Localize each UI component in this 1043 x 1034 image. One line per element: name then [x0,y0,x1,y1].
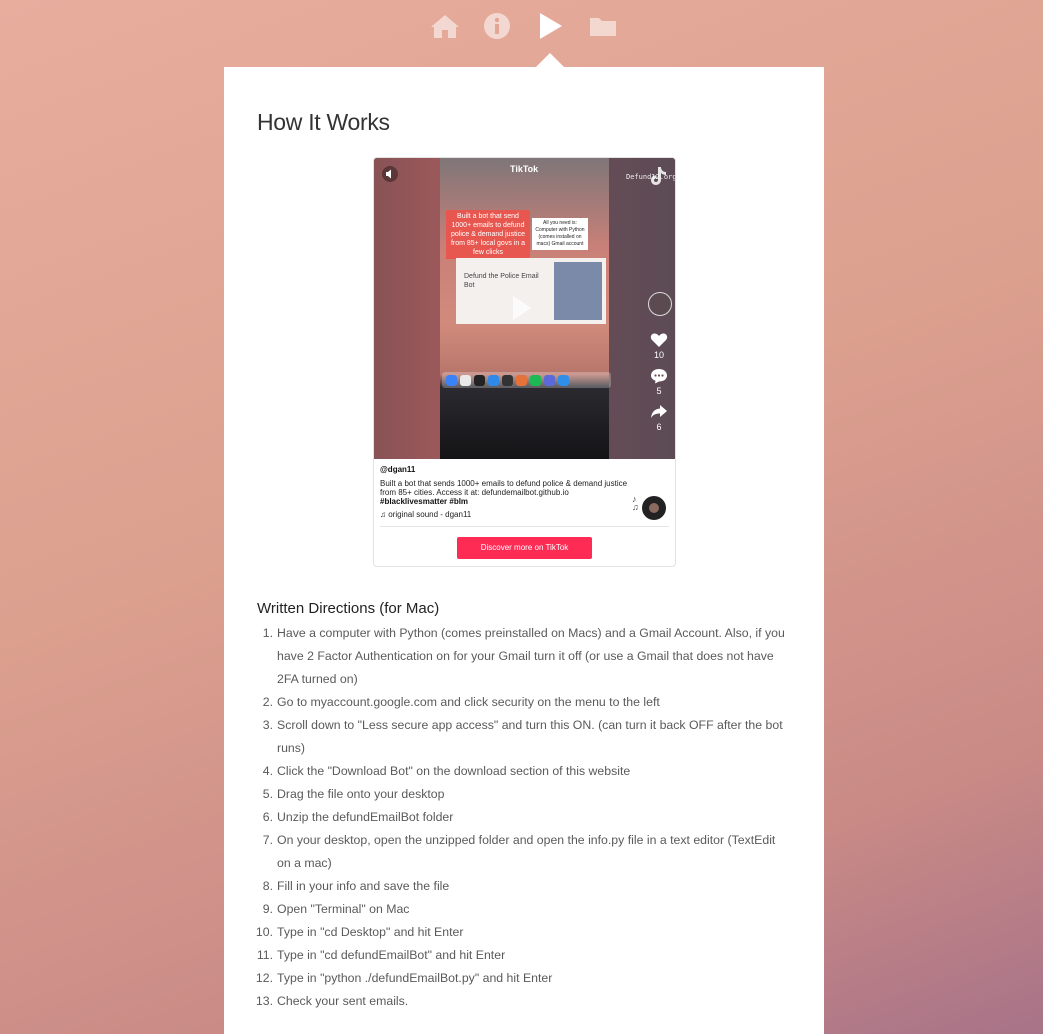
step-text: Drag the file onto your desktop [277,787,445,801]
step-text: Go to myaccount.google.com and click sec… [277,695,660,709]
divider [380,526,669,527]
comment-icon [651,369,667,384]
share-icon [651,405,667,418]
step-number: 7. [262,833,273,847]
play-icon [540,13,562,39]
step-number: 6. [262,810,273,824]
step-text: Type in "python ./defundEmailBot.py" and… [277,971,553,985]
step-number: 5. [262,787,273,801]
step-text: Open "Terminal" on Mac [277,902,410,916]
list-item: 5. Drag the file onto your desktop [257,783,792,806]
speaker-icon [386,169,391,179]
tiktok-embed: TikTok Defund12.org Built a bot that sen… [373,157,676,567]
step-number: 3. [262,718,273,732]
directions-list: 1. Have a computer with Python (comes pre… [256,622,792,1013]
step-text: Type in "cd defundEmailBot" and hit Ente… [277,948,506,962]
shares-count: 6 [656,422,662,432]
music-note-icon: ♫ [380,510,386,519]
video-nav-button[interactable] [534,10,566,42]
sound-disc-icon[interactable] [642,496,666,520]
music-notes-icon: ♪ ♫ [632,494,639,512]
step-text: Unzip the defundEmailBot folder [277,810,454,824]
list-item: 11. Type in "cd defundEmailBot" and hit E… [257,944,792,967]
tiktok-sound-label: original sound - dgan11 [388,510,472,519]
step-number: 12. [255,971,273,985]
step-text: Click the "Download Bot" on the download… [277,764,631,778]
list-item: 7. On your desktop, open the unzipped fol… [257,829,792,875]
comments-stat[interactable]: 5 [648,368,670,396]
step-text: Type in "cd Desktop" and hit Enter [277,925,464,939]
creator-avatar[interactable] [648,292,672,316]
video-slide-card: Defund the Police Email Bot [456,258,606,324]
step-number: 13. [255,994,273,1008]
tiktok-sound-link[interactable]: ♫ original sound - dgan11 [380,510,471,519]
tiktok-description: Built a bot that sends 1000+ emails to d… [380,479,628,497]
info-nav-button[interactable] [481,10,513,42]
download-nav-button[interactable] [587,10,619,42]
home-nav-button[interactable] [429,10,461,42]
list-item: 1. Have a computer with Python (comes pre… [257,622,792,691]
tiktok-username-link[interactable]: @dgan11 [380,465,415,474]
step-number: 8. [262,879,273,893]
top-nav [0,0,1043,60]
mute-toggle-button[interactable] [382,166,398,182]
step-text: Check your sent emails. [277,994,409,1008]
step-number: 2. [262,695,273,709]
list-item: 4. Click the "Download Bot" on the downlo… [257,760,792,783]
play-overlay-icon[interactable] [513,296,531,320]
slide-photo [554,262,602,320]
step-text: Fill in your info and save the file [277,879,450,893]
list-item: 6. Unzip the defundEmailBot folder [257,806,792,829]
step-number: 1. [262,626,273,640]
step-number: 9. [262,902,273,916]
discover-more-button[interactable]: Discover more on TikTok [457,537,592,559]
list-item: 2. Go to myaccount.google.com and click s… [257,691,792,714]
list-item: 10. Type in "cd Desktop" and hit Enter [256,921,792,944]
list-item: 9. Open "Terminal" on Mac [257,898,792,921]
comments-count: 5 [656,386,662,396]
list-item: 3. Scroll down to "Less secure app access… [257,714,792,760]
step-number: 11. [256,948,273,962]
directions-title: Written Directions (for Mac) [257,600,440,617]
content-panel: How It Works TikTok Defund12.org Built a… [224,67,824,1034]
mac-dock [442,372,611,388]
tiktok-logo-icon [651,167,666,185]
video-caption-banner: Built a bot that send 1000+ emails to de… [446,210,530,259]
step-text: On your desktop, open the unzipped folde… [277,833,776,870]
list-item: 12. Type in "python ./defundEmailBot.py" … [256,967,792,990]
video-player[interactable]: TikTok Defund12.org Built a bot that sen… [374,158,675,459]
heart-icon [650,333,668,347]
step-number: 10. [255,925,273,939]
video-overlay-note: All you need is: Computer with Python (c… [532,218,588,250]
slide-title: Defund the Police Email Bot [464,273,539,289]
info-icon [484,13,510,39]
folder-icon [590,18,616,36]
tiktok-hashtags[interactable]: #blacklivesmatter #blm [380,497,468,506]
home-icon [431,15,459,38]
shares-stat[interactable]: 6 [648,404,670,432]
likes-stat[interactable]: 10 [648,332,670,360]
list-item: 8. Fill in your info and save the file [257,875,792,898]
step-text: Have a computer with Python (comes prein… [277,626,785,686]
likes-count: 10 [653,350,664,360]
list-item: 13. Check your sent emails. [256,990,792,1013]
active-tab-pointer [536,53,564,67]
page-title: How It Works [257,109,390,135]
tiktok-watermark: TikTok [510,164,539,174]
tiktok-info: @dgan11 Built a bot that sends 1000+ ema… [374,459,675,566]
step-number: 4. [262,764,273,778]
step-text: Scroll down to "Less secure app access" … [277,718,783,755]
